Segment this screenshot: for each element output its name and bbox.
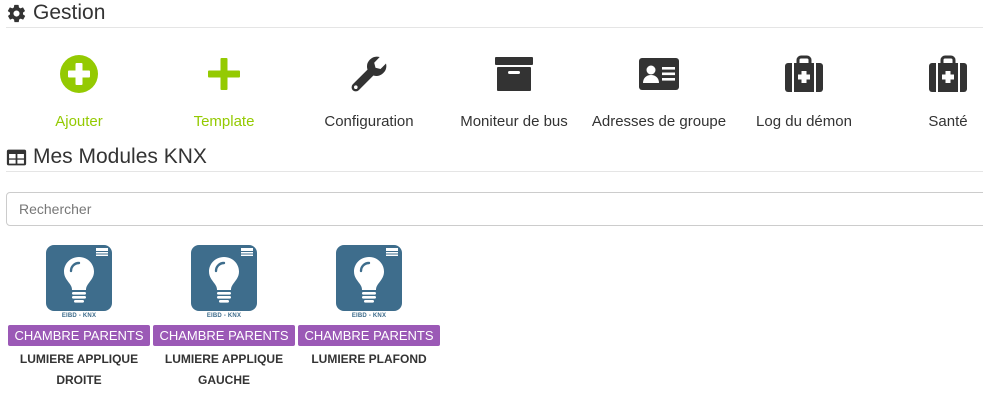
bus-monitor-button-label: Moniteur de bus xyxy=(460,113,568,130)
actions-bar: Ajouter Template Configuration Moniteur … xyxy=(0,46,983,136)
device-card[interactable]: EIBD - KNX CHAMBRE PARENTS LUMIERE APPLI… xyxy=(8,245,150,391)
device-tile xyxy=(46,245,112,311)
bus-monitor-button[interactable]: Moniteur de bus xyxy=(444,46,584,130)
device-card[interactable]: EIBD - KNX CHAMBRE PARENTS LUMIERE PLAFO… xyxy=(298,245,440,370)
knx-logo-icon xyxy=(241,248,253,256)
modules-title: Mes Modules KNX xyxy=(6,145,207,169)
knx-logo-icon xyxy=(96,248,108,256)
archive-icon xyxy=(495,57,533,91)
device-tile xyxy=(336,245,402,311)
object-badge: CHAMBRE PARENTS xyxy=(153,325,295,346)
modules-title-label: Mes Modules KNX xyxy=(33,145,207,168)
device-caption: EIBD - KNX xyxy=(351,313,387,319)
device-card[interactable]: EIBD - KNX CHAMBRE PARENTS LUMIERE APPLI… xyxy=(153,245,295,391)
group-addresses-button-label: Adresses de groupe xyxy=(591,113,727,130)
configuration-button[interactable]: Configuration xyxy=(299,46,439,130)
group-addresses-button[interactable]: Adresses de groupe xyxy=(589,46,729,130)
configuration-button-label: Configuration xyxy=(324,113,414,130)
object-badge: CHAMBRE PARENTS xyxy=(8,325,150,346)
knx-logo-icon xyxy=(386,248,398,256)
wrench-icon xyxy=(351,56,387,92)
daemon-log-button[interactable]: Log du démon xyxy=(734,46,874,130)
health-button-label: Santé xyxy=(928,113,968,130)
add-button-label: Ajouter xyxy=(55,113,103,130)
add-button[interactable]: Ajouter xyxy=(9,46,149,130)
search-input[interactable] xyxy=(6,192,983,226)
plus-icon xyxy=(208,58,240,90)
device-tile xyxy=(191,245,257,311)
device-caption: EIBD - KNX xyxy=(61,313,97,319)
daemon-log-button-label: Log du démon xyxy=(756,113,852,130)
divider xyxy=(6,171,983,172)
address-card-icon xyxy=(639,58,679,90)
medkit-icon xyxy=(929,55,967,92)
gear-icon xyxy=(6,3,27,24)
device-caption: EIBD - KNX xyxy=(206,313,242,319)
device-name: LUMIERE PLAFOND xyxy=(311,352,427,366)
gestion-title: Gestion xyxy=(6,1,105,25)
medkit-icon xyxy=(785,55,823,92)
gestion-title-label: Gestion xyxy=(33,1,106,24)
health-button[interactable]: Santé xyxy=(878,46,983,130)
device-name: LUMIERE APPLIQUE DROITE xyxy=(19,352,139,387)
object-badge: CHAMBRE PARENTS xyxy=(298,325,440,346)
template-button[interactable]: Template xyxy=(154,46,294,130)
plus-circle-icon xyxy=(60,55,98,93)
divider xyxy=(6,27,983,28)
template-button-label: Template xyxy=(193,113,255,130)
device-name: LUMIERE APPLIQUE GAUCHE xyxy=(164,352,284,387)
table-icon xyxy=(6,147,27,168)
